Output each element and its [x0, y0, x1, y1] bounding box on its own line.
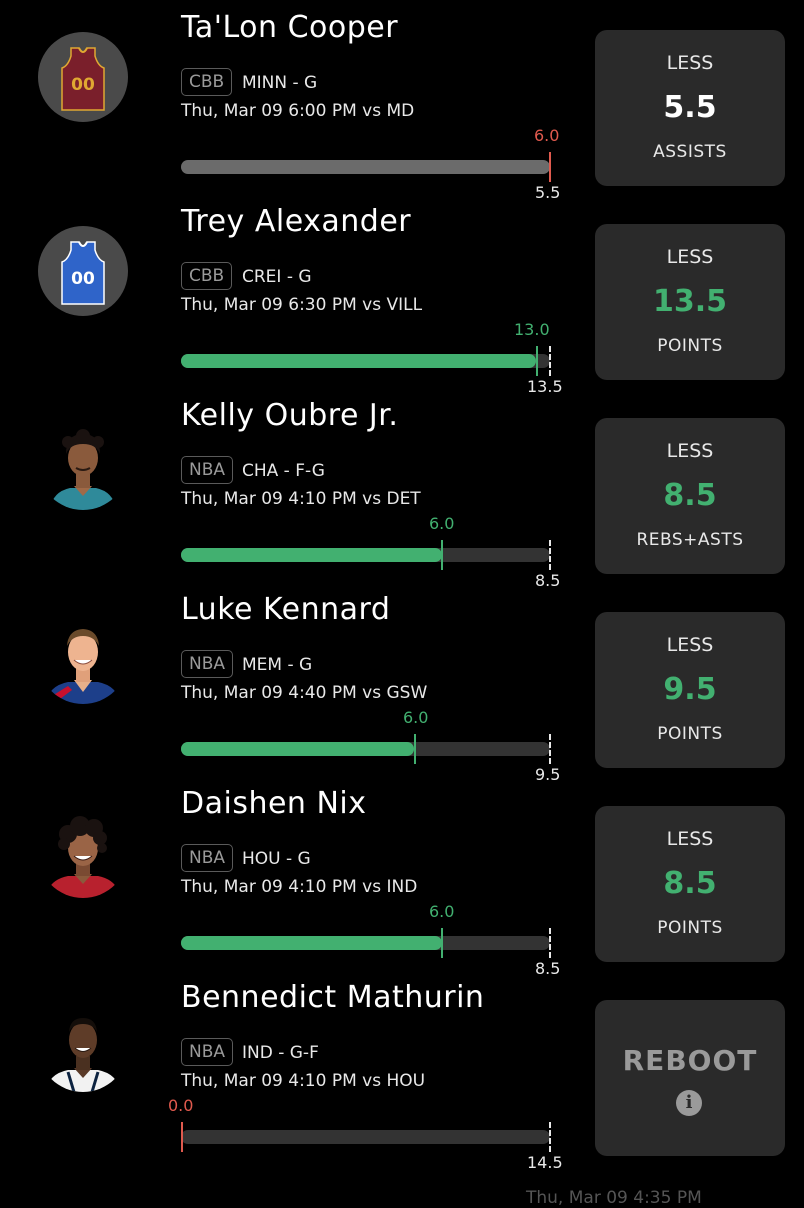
- player-name: Bennedict Mathurin: [181, 980, 485, 1015]
- actual-marker: [536, 346, 538, 376]
- footer-timestamp: Thu, Mar 09 4:35 PM: [526, 1188, 702, 1208]
- reboot-card[interactable]: REBOOT i: [595, 1000, 785, 1156]
- league-badge: CBB: [181, 262, 233, 290]
- progress-track: [181, 936, 550, 950]
- pick-card[interactable]: LESS 9.5 POINTS: [595, 612, 785, 768]
- actual-value: 6.0: [429, 902, 455, 921]
- line-marker: [549, 1122, 551, 1152]
- league-badge: NBA: [181, 1038, 234, 1066]
- pick-row[interactable]: Kelly Oubre Jr. NBA CHA - F-G Thu, Mar 0…: [0, 388, 804, 590]
- pick-value: 9.5: [663, 672, 717, 707]
- progress-fill: [181, 354, 537, 368]
- actual-marker: [441, 540, 443, 570]
- progress-fill: [181, 548, 442, 562]
- team-position: CREI - G: [242, 267, 312, 287]
- pick-direction: LESS: [666, 246, 714, 268]
- stat-type: POINTS: [657, 336, 723, 356]
- progress-fill: [181, 742, 415, 756]
- pick-value: 8.5: [663, 478, 717, 513]
- pick-row[interactable]: Bennedict Mathurin NBA IND - G-F Thu, Ma…: [0, 970, 804, 1172]
- info-icon[interactable]: i: [676, 1090, 702, 1116]
- actual-marker: [549, 152, 551, 182]
- player-name: Daishen Nix: [181, 786, 367, 821]
- player-name: Kelly Oubre Jr.: [181, 398, 399, 433]
- pick-row[interactable]: 00 Trey Alexander CBB CREI - G Thu, Mar …: [0, 194, 804, 396]
- stat-type: POINTS: [657, 724, 723, 744]
- league-badge: CBB: [181, 68, 233, 96]
- game-time: Thu, Mar 09 6:30 PM vs VILL: [181, 295, 423, 315]
- pick-card[interactable]: LESS 8.5 POINTS: [595, 806, 785, 962]
- reboot-label: REBOOT: [622, 1044, 758, 1077]
- pick-card[interactable]: LESS 8.5 REBS+ASTS: [595, 418, 785, 574]
- progress-track: [181, 548, 550, 562]
- progress-track: [181, 1130, 550, 1144]
- svg-text:00: 00: [71, 269, 95, 289]
- progress-fill: [181, 936, 442, 950]
- pick-direction: LESS: [666, 52, 714, 74]
- actual-marker: [441, 928, 443, 958]
- actual-value: 6.0: [429, 514, 455, 533]
- team-position: MEM - G: [242, 655, 313, 675]
- stat-type: POINTS: [657, 918, 723, 938]
- pick-card[interactable]: LESS 5.5 ASSISTS: [595, 30, 785, 186]
- progress-track: [181, 160, 550, 174]
- actual-value: 13.0: [514, 320, 550, 339]
- actual-value: 6.0: [403, 708, 429, 727]
- game-time: Thu, Mar 09 4:10 PM vs DET: [181, 489, 421, 509]
- pick-direction: LESS: [666, 634, 714, 656]
- progress-track: [181, 742, 550, 756]
- pick-row[interactable]: 00 Ta'Lon Cooper CBB MINN - G Thu, Mar 0…: [0, 0, 804, 202]
- team-position: MINN - G: [242, 73, 318, 93]
- player-headshot-icon: [38, 808, 128, 898]
- game-time: Thu, Mar 09 4:40 PM vs GSW: [181, 683, 428, 703]
- actual-value: 0.0: [168, 1096, 194, 1115]
- actual-marker: [414, 734, 416, 764]
- player-name: Trey Alexander: [181, 204, 412, 239]
- jersey-maroon-icon: 00: [38, 32, 128, 122]
- pick-value: 5.5: [663, 90, 717, 125]
- league-badge: NBA: [181, 844, 234, 872]
- pick-value: 8.5: [663, 866, 717, 901]
- line-marker: [549, 540, 551, 570]
- jersey-blue-icon: 00: [38, 226, 128, 316]
- team-position: HOU - G: [242, 849, 311, 869]
- player-headshot-icon: [38, 420, 128, 510]
- line-value: 14.5: [527, 1153, 563, 1172]
- stat-type: ASSISTS: [653, 142, 727, 162]
- league-badge: NBA: [181, 456, 234, 484]
- league-badge: NBA: [181, 650, 234, 678]
- pick-value: 13.5: [652, 284, 728, 319]
- game-time: Thu, Mar 09 4:10 PM vs HOU: [181, 1071, 426, 1091]
- pick-direction: LESS: [666, 440, 714, 462]
- pick-direction: LESS: [666, 828, 714, 850]
- actual-marker: [181, 1122, 183, 1152]
- progress-track: [181, 354, 550, 368]
- player-headshot-icon: [38, 1002, 128, 1092]
- player-name: Ta'Lon Cooper: [181, 10, 399, 45]
- game-time: Thu, Mar 09 6:00 PM vs MD: [181, 101, 415, 121]
- player-name: Luke Kennard: [181, 592, 391, 627]
- team-position: CHA - F-G: [242, 461, 325, 481]
- game-time: Thu, Mar 09 4:10 PM vs IND: [181, 877, 418, 897]
- pick-row[interactable]: Luke Kennard NBA MEM - G Thu, Mar 09 4:4…: [0, 582, 804, 784]
- player-headshot-icon: [38, 614, 128, 704]
- actual-value: 6.0: [534, 126, 560, 145]
- pick-card[interactable]: LESS 13.5 POINTS: [595, 224, 785, 380]
- line-marker: [549, 734, 551, 764]
- svg-text:00: 00: [71, 75, 95, 95]
- line-marker: [549, 928, 551, 958]
- team-position: IND - G-F: [242, 1043, 319, 1063]
- stat-type: REBS+ASTS: [636, 530, 744, 550]
- line-marker: [549, 346, 551, 376]
- pick-row[interactable]: Daishen Nix NBA HOU - G Thu, Mar 09 4:10…: [0, 776, 804, 978]
